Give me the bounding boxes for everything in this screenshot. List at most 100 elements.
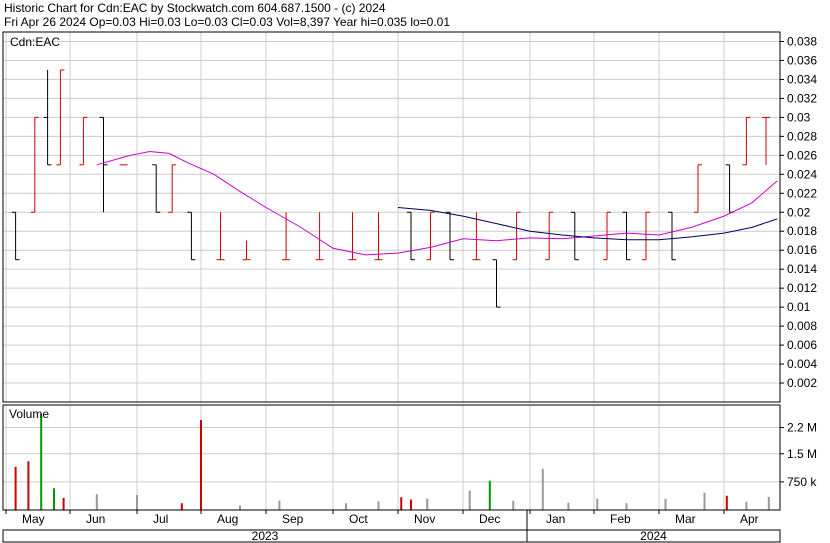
price-bar [642, 211, 650, 261]
price-tick-label: 0.02 [787, 205, 811, 219]
price-tick-label: 0.018 [787, 224, 817, 238]
volume-bar [426, 498, 429, 510]
price-bar [11, 211, 20, 261]
price-tick-label: 0.016 [787, 243, 817, 257]
price-bar [725, 164, 734, 213]
price-bar [187, 211, 196, 261]
price-bar [79, 116, 88, 166]
month-label: Oct [349, 512, 368, 526]
month-label: Sep [282, 512, 304, 526]
price-tick-label: 0.006 [787, 338, 817, 352]
month-label: Apr [740, 512, 759, 526]
volume-bar [488, 480, 491, 510]
volume-grid [3, 427, 780, 483]
price-tick-label: 0.038 [787, 34, 817, 48]
volume-bars [14, 414, 770, 510]
price-tick-label: 0.008 [787, 319, 817, 333]
price-tick-label: 0.03 [787, 110, 811, 124]
price-bar [545, 211, 554, 261]
volume-bar [625, 503, 628, 510]
month-label: Jul [153, 512, 168, 526]
price-bars [11, 69, 770, 308]
price-tick-label: 0.026 [787, 148, 817, 162]
price-tick-label: 0.028 [787, 129, 817, 143]
price-bar [694, 164, 702, 213]
price-tick-label: 0.024 [787, 167, 817, 181]
month-label: Aug [217, 512, 238, 526]
volume-bar [27, 461, 30, 510]
volume-tick-label: 2.2 M [787, 421, 817, 435]
volume-bar [377, 501, 380, 510]
price-bar [426, 211, 435, 261]
volume-bar [200, 420, 202, 510]
volume-bar [345, 503, 347, 510]
price-tick-label: 0.034 [787, 72, 817, 86]
volume-tick-label: 1.5 M [787, 447, 817, 461]
chart-page: Historic Chart for Cdn:EAC by Stockwatch… [0, 0, 830, 543]
month-label: Feb [610, 512, 631, 526]
volume-bar [664, 498, 667, 510]
price-grid [3, 40, 780, 384]
price-bar [622, 211, 631, 261]
volume-bar [239, 505, 241, 510]
price-bar [446, 211, 454, 261]
volume-bar [278, 500, 281, 510]
price-bar [762, 116, 770, 165]
volume-bar [596, 498, 599, 510]
price-bar [603, 211, 611, 261]
volume-bar [14, 466, 17, 510]
price-tick-label: 0.002 [787, 376, 817, 390]
month-label: Jun [86, 512, 105, 526]
price-bar [742, 116, 751, 166]
volume-axis-ticks: 2.2 M 1.5 M 750 k [780, 421, 817, 489]
year-label: 2024 [640, 529, 667, 543]
price-bar [512, 211, 521, 261]
price-panel-frame [2, 31, 781, 403]
month-label: Jan [546, 512, 565, 526]
volume-bar [400, 497, 403, 510]
volume-panel-frame [2, 404, 781, 511]
month-label: Dec [479, 512, 500, 526]
volume-bar [180, 503, 183, 510]
volume-bar [512, 500, 515, 510]
volume-label: Volume [9, 407, 49, 421]
price-tick-label: 0.014 [787, 262, 817, 276]
month-axis-labels: May Jun Jul Aug Sep Oct Nov Dec Jan Feb Mar Apr [5, 510, 759, 526]
volume-bar [703, 492, 706, 510]
price-axis-ticks: 0.038 0.036 0.034 0.032 0.03 0.028 0.026 0.024 0… [780, 34, 817, 390]
volume-bar [745, 501, 748, 510]
month-label: Nov [414, 512, 435, 526]
volume-bar [567, 502, 570, 510]
volume-bar [40, 414, 43, 510]
price-bar [668, 211, 676, 261]
year-label: 2023 [252, 529, 279, 543]
month-label: May [22, 512, 45, 526]
price-bar [168, 164, 177, 213]
price-bar [152, 164, 161, 213]
moving-average-short [96, 150, 778, 256]
price-volume-chart: 0.038 0.036 0.034 0.032 0.03 0.028 0.026 0.024 0… [2, 31, 817, 543]
year-axis-labels: 2023 2024 [252, 510, 667, 543]
volume-bar [62, 498, 65, 510]
price-tick-label: 0.012 [787, 281, 817, 295]
volume-bar [95, 494, 98, 510]
volume-bar [410, 499, 412, 510]
price-bar [374, 212, 383, 261]
price-tick-label: 0.036 [787, 53, 817, 67]
price-bar [216, 212, 225, 261]
volume-bar [136, 495, 138, 510]
price-bar [315, 212, 324, 261]
price-bar [30, 116, 39, 213]
volume-bar [767, 496, 770, 510]
price-bar [407, 211, 415, 261]
price-tick-label: 0.022 [787, 186, 817, 200]
ticker-label: Cdn:EAC [10, 35, 60, 49]
month-grid [5, 32, 725, 510]
price-tick-label: 0.01 [787, 300, 811, 314]
volume-bar [725, 495, 728, 510]
price-bar [99, 116, 108, 213]
price-tick-label: 0.032 [787, 91, 817, 105]
price-bar [492, 259, 501, 308]
volume-tick-label: 750 k [787, 475, 817, 489]
price-tick-label: 0.004 [787, 357, 817, 371]
